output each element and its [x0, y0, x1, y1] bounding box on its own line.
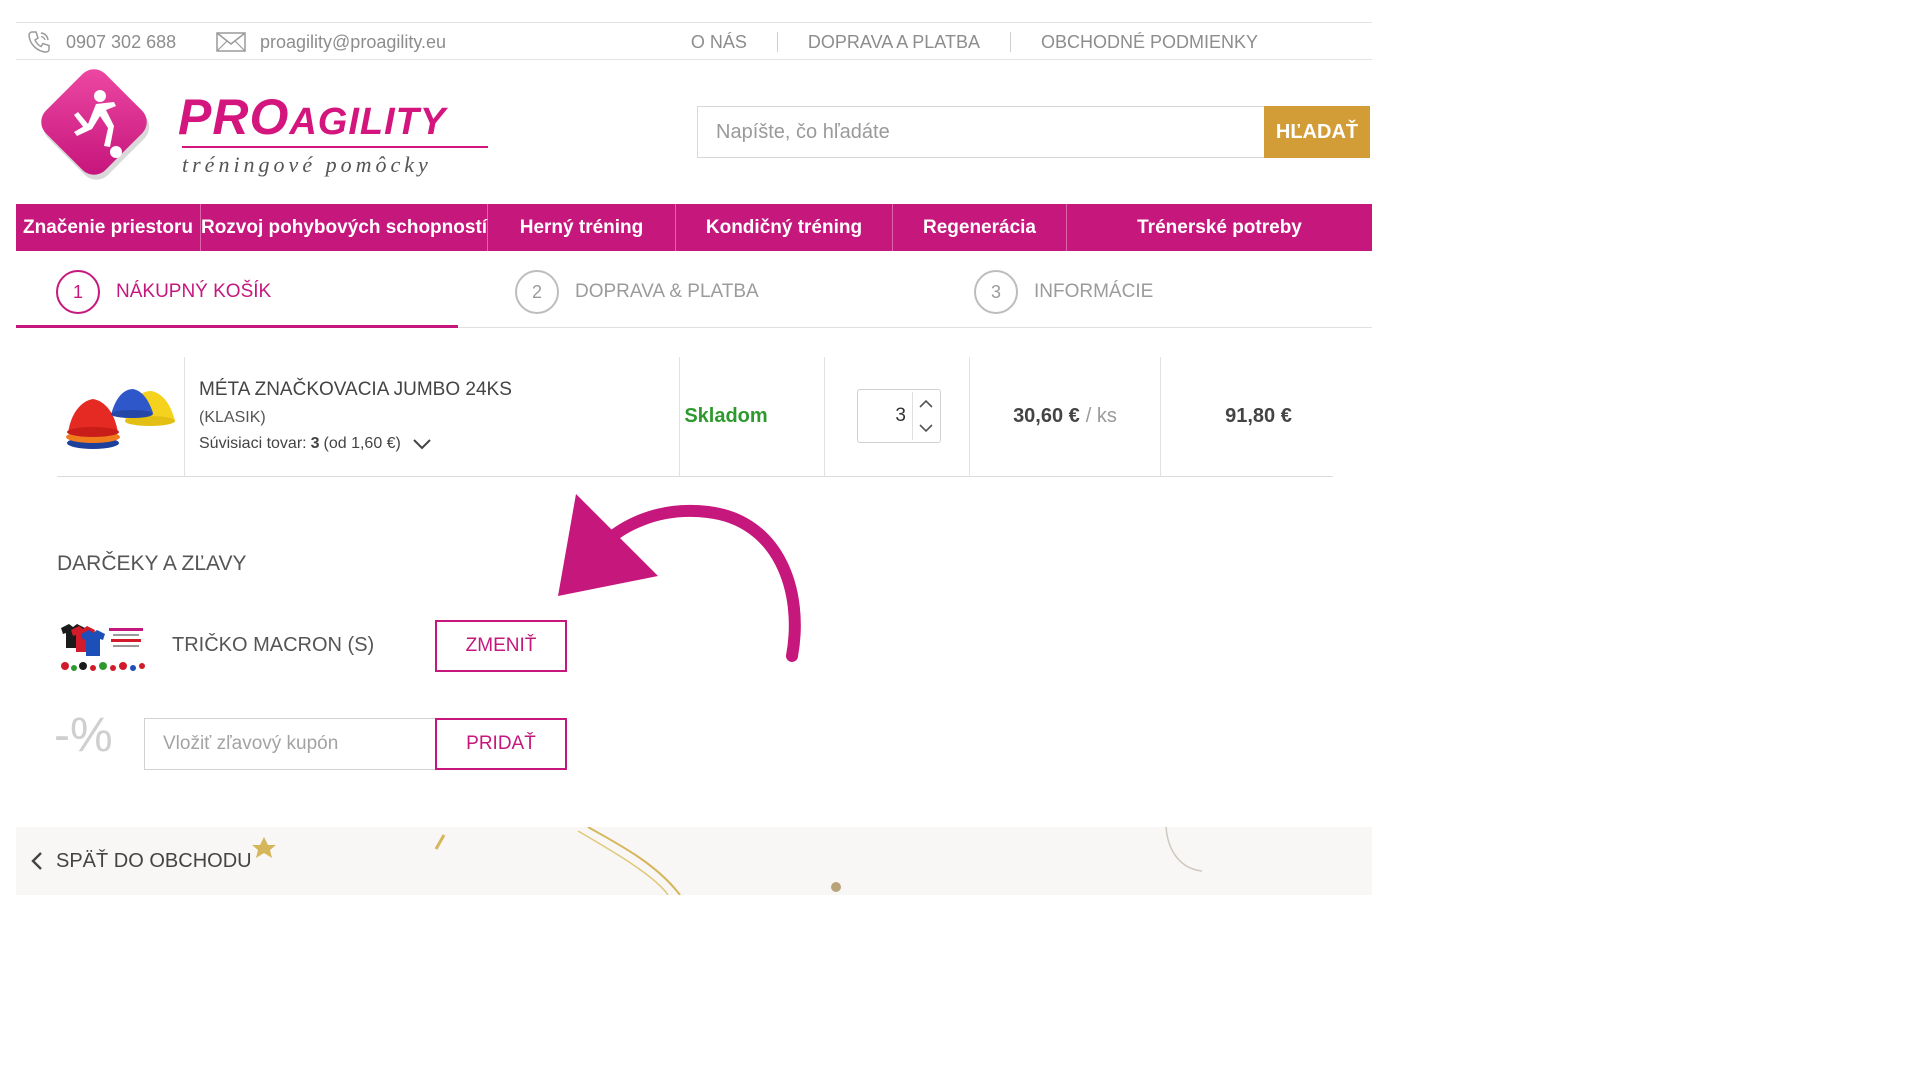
- step-number: 1: [56, 270, 100, 314]
- unit-price: 30,60 € / ks: [970, 405, 1160, 428]
- quantity-arrows: [912, 392, 938, 440]
- top-nav-about[interactable]: O NÁS: [661, 32, 777, 52]
- chevron-up-icon: [918, 399, 933, 408]
- phone-number: 0907 302 688: [66, 31, 177, 52]
- email-address: proagility@proagility.eu: [260, 31, 447, 52]
- site-logo[interactable]: PROAGILITY tréningové pomôcky: [26, 66, 516, 190]
- step-number: 3: [974, 270, 1018, 314]
- logo-brand-pro: PRO: [178, 89, 290, 145]
- unit-price-value: 30,60 €: [1013, 405, 1080, 427]
- nav-item-movement-skills[interactable]: Rozvoj pohybových schopností: [201, 204, 488, 251]
- top-nav-shipping[interactable]: DOPRAVA A PLATBA: [776, 32, 1010, 52]
- checkout-steps: 1 NÁKUPNÝ KOŠÍK 2 DOPRAVA & PLATBA 3 INF…: [16, 251, 1372, 328]
- quantity-stepper[interactable]: 3: [857, 389, 941, 443]
- step-number: 2: [515, 270, 559, 314]
- nav-item-regeneration[interactable]: Regenerácia: [893, 204, 1067, 251]
- nav-item-fitness-training[interactable]: Kondičný tréning: [676, 204, 893, 251]
- quantity-increase-button[interactable]: [913, 392, 938, 416]
- top-nav: O NÁS DOPRAVA A PLATBA OBCHODNÉ PODMIENK…: [661, 23, 1288, 61]
- step-label: NÁKUPNÝ KOŠÍK: [116, 281, 272, 302]
- phone-contact[interactable]: 0907 302 688: [26, 23, 176, 61]
- gifts-section-title: DARČEKY A ZĽAVY: [57, 552, 247, 575]
- top-bar: 0907 302 688 proagility@proagility.eu O …: [16, 22, 1372, 60]
- search-bar: HĽADAŤ: [697, 106, 1370, 158]
- chevron-down-icon: [413, 439, 431, 450]
- main-nav: Značenie priestoru Rozvoj pohybových sch…: [16, 204, 1372, 251]
- quantity-value[interactable]: 3: [858, 390, 912, 442]
- logo-brand-agility: AGILITY: [289, 101, 447, 143]
- product-variant: (KLASIK): [199, 409, 266, 426]
- total-price: 91,80 €: [1225, 405, 1292, 427]
- related-count: 3: [310, 435, 320, 452]
- logo-brand: PROAGILITY: [178, 88, 446, 146]
- stock-status: Skladom: [684, 405, 768, 427]
- nav-item-space-marking[interactable]: Značenie priestoru: [16, 204, 201, 251]
- email-contact[interactable]: proagility@proagility.eu: [216, 23, 446, 61]
- related-products-toggle[interactable]: Súvisiaci tovar: 3 (od 1,60 €): [199, 435, 679, 453]
- curved-arrow-annotation: [558, 494, 801, 662]
- gift-tshirt-image: [57, 622, 147, 674]
- gift-name: TRIČKO MACRON (S): [172, 634, 375, 656]
- coupon-input[interactable]: [144, 718, 436, 770]
- top-nav-terms[interactable]: OBCHODNÉ PODMIENKY: [1009, 32, 1288, 52]
- product-thumbnail[interactable]: [57, 357, 184, 477]
- step-label: INFORMÁCIE: [1034, 281, 1154, 302]
- related-label: Súvisiaci tovar:: [199, 435, 307, 452]
- search-button[interactable]: HĽADAŤ: [1264, 106, 1370, 158]
- quantity-decrease-button[interactable]: [913, 416, 938, 440]
- chevron-left-icon: [31, 852, 42, 870]
- add-coupon-button[interactable]: PRIDAŤ: [435, 718, 567, 770]
- back-to-shop-bar: SPÄŤ DO OBCHODU: [16, 827, 1372, 895]
- chevron-down-icon: [918, 424, 933, 433]
- page: 0907 302 688 proagility@proagility.eu O …: [0, 0, 1920, 1080]
- nav-item-game-training[interactable]: Herný tréning: [488, 204, 676, 251]
- step-shipping-payment[interactable]: 2 DOPRAVA & PLATBA: [515, 269, 759, 315]
- unit-price-suffix: / ks: [1085, 405, 1117, 427]
- back-to-shop-label: SPÄŤ DO OBCHODU: [56, 849, 252, 872]
- product-name[interactable]: MÉTA ZNAČKOVACIA JUMBO 24KS: [199, 379, 679, 401]
- phone-icon: [28, 31, 50, 53]
- related-price: (od 1,60 €): [323, 435, 401, 452]
- cart-item-row: MÉTA ZNAČKOVACIA JUMBO 24KS (KLASIK) Súv…: [57, 357, 1333, 477]
- active-step-underline: [16, 325, 458, 328]
- step-label: DOPRAVA & PLATBA: [575, 281, 759, 302]
- back-to-shop-link[interactable]: SPÄŤ DO OBCHODU: [30, 827, 252, 895]
- marker-cones-image: [65, 389, 175, 449]
- search-input[interactable]: [697, 106, 1264, 158]
- step-cart[interactable]: 1 NÁKUPNÝ KOŠÍK: [56, 269, 271, 315]
- nav-item-coach-supplies[interactable]: Trénerské potreby: [1067, 204, 1372, 251]
- eshop-site: 0907 302 688 proagility@proagility.eu O …: [16, 0, 1372, 895]
- step-information[interactable]: 3 INFORMÁCIE: [974, 269, 1153, 315]
- discount-percent-icon: -%: [54, 709, 113, 762]
- soccer-player-logo-icon: [41, 69, 150, 180]
- product-info: MÉTA ZNAČKOVACIA JUMBO 24KS (KLASIK) Súv…: [199, 379, 679, 453]
- logo-tagline: tréningové pomôcky: [182, 146, 488, 178]
- envelope-icon: [216, 32, 246, 52]
